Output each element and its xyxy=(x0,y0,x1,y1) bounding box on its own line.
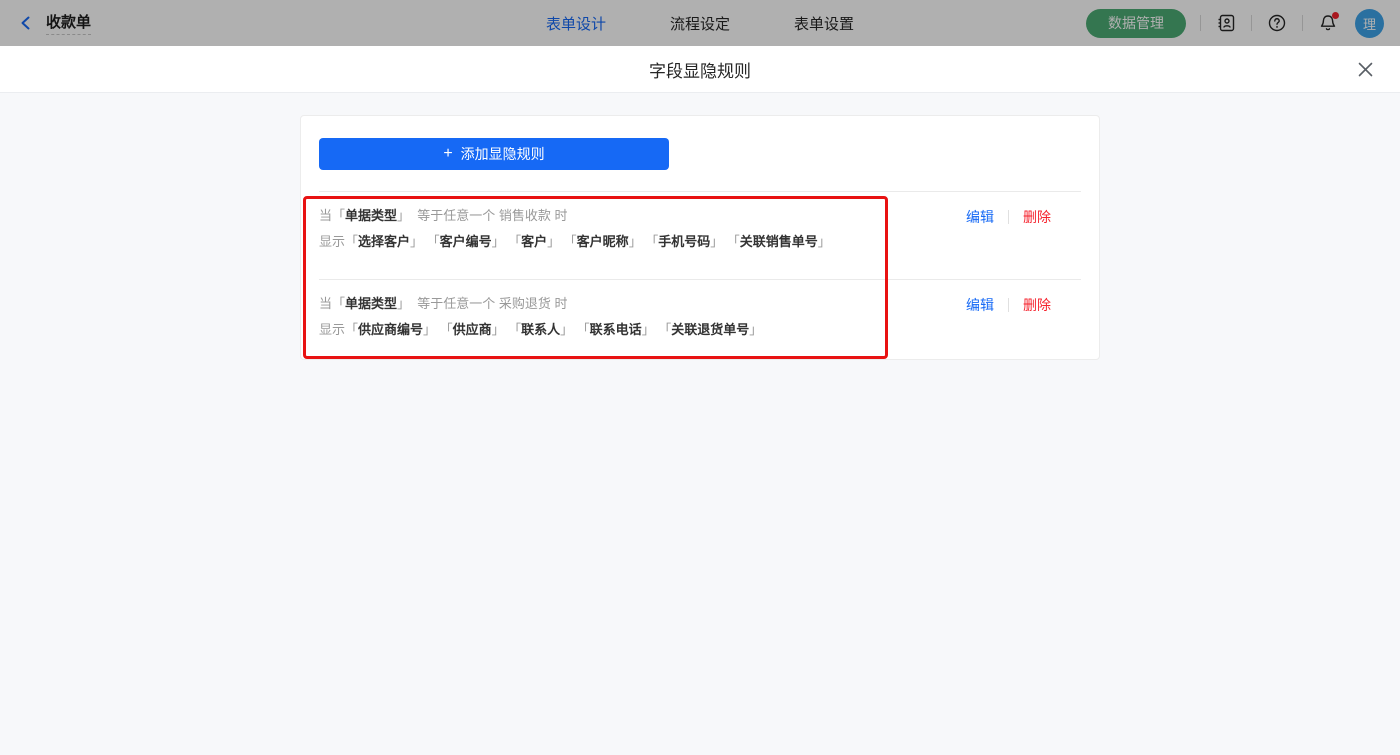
field-token: 「供应商」 xyxy=(446,322,505,337)
rule-actions: 编辑 删除 xyxy=(966,292,1051,318)
field-token: 「选择客户」 xyxy=(345,234,423,249)
delete-button[interactable]: 删除 xyxy=(1023,292,1051,318)
rule-text: 当「单据类型」 等于任意一个 采购退货 时显示「供应商编号」「供应商」「联系人」… xyxy=(319,291,772,343)
rules-card: + 添加显隐规则 当「单据类型」 等于任意一个 销售收款 时显示「选择客户」「客… xyxy=(300,115,1100,360)
plus-icon: + xyxy=(443,145,452,163)
field-token: 「手机号码」 xyxy=(652,234,724,249)
field-token: 「客户昵称」 xyxy=(570,234,642,249)
divider xyxy=(1008,210,1009,224)
field-token: 「供应商编号」 xyxy=(345,322,436,337)
edit-button[interactable]: 编辑 xyxy=(966,292,994,318)
rule-row: 当「单据类型」 等于任意一个 销售收款 时显示「选择客户」「客户编号」「客户」「… xyxy=(319,192,1081,280)
field-token: 「关联销售单号」 xyxy=(733,234,831,249)
add-rule-button[interactable]: + 添加显隐规则 xyxy=(319,138,669,170)
rule-condition-line: 当「单据类型」 等于任意一个 销售收款 时 xyxy=(319,203,841,229)
rule-row: 当「单据类型」 等于任意一个 采购退货 时显示「供应商编号」「供应商」「联系人」… xyxy=(319,280,1081,361)
field-token: 「客户编号」 xyxy=(433,234,505,249)
modal-title: 字段显隐规则 xyxy=(649,57,751,82)
rule-condition-line: 当「单据类型」 等于任意一个 采购退货 时 xyxy=(319,291,772,317)
modal-body: + 添加显隐规则 当「单据类型」 等于任意一个 销售收款 时显示「选择客户」「客… xyxy=(0,93,1400,755)
field-token: 「单据类型」 xyxy=(332,208,410,223)
rule-show-fields-line: 显示「选择客户」「客户编号」「客户」「客户昵称」「手机号码」「关联销售单号」 xyxy=(319,229,841,255)
edit-button[interactable]: 编辑 xyxy=(966,204,994,230)
field-token: 「联系电话」 xyxy=(583,322,655,337)
field-token: 「关联退货单号」 xyxy=(665,322,763,337)
rule-show-fields-line: 显示「供应商编号」「供应商」「联系人」「联系电话」「关联退货单号」 xyxy=(319,317,772,343)
rule-text: 当「单据类型」 等于任意一个 销售收款 时显示「选择客户」「客户编号」「客户」「… xyxy=(319,203,841,255)
field-token: 「客户」 xyxy=(515,234,561,249)
rules-list: 当「单据类型」 等于任意一个 销售收款 时显示「选择客户」「客户编号」「客户」「… xyxy=(319,192,1081,361)
divider xyxy=(1008,298,1009,312)
delete-button[interactable]: 删除 xyxy=(1023,204,1051,230)
field-token: 「单据类型」 xyxy=(332,296,410,311)
rule-actions: 编辑 删除 xyxy=(966,204,1051,230)
close-icon[interactable] xyxy=(1356,60,1374,78)
field-token: 「联系人」 xyxy=(515,322,574,337)
modal-backdrop xyxy=(0,0,1400,46)
topbar: 收款单 表单设计 流程设定 表单设置 数据管理 xyxy=(0,0,1400,46)
modal-header: 字段显隐规则 xyxy=(0,46,1400,93)
field-visibility-rules-modal: 字段显隐规则 + 添加显隐规则 当「单据类型」 等于任意一个 销售收款 时显示「… xyxy=(0,46,1400,755)
add-rule-label: 添加显隐规则 xyxy=(461,144,545,164)
